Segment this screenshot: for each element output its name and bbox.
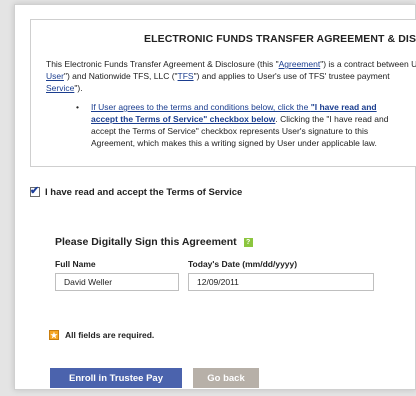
sign-section-title: Please Digitally Sign this Agreement ?	[55, 236, 253, 248]
enroll-button[interactable]: Enroll in Trustee Pay	[50, 368, 182, 388]
terms-bullet-link[interactable]: If User agrees to the terms and conditio…	[91, 102, 311, 112]
required-star-icon: ★	[49, 330, 59, 340]
user-link[interactable]: User	[46, 71, 64, 81]
terms-bullet: • If User agrees to the terms and condit…	[76, 102, 389, 148]
terms-intro: This Electronic Funds Transfer Agreement…	[46, 59, 416, 93]
check-icon: ✔	[30, 185, 40, 197]
terms-scroll-box[interactable]: ELECTRONIC FUNDS TRANSFER AGREEMENT & DI…	[30, 19, 416, 167]
go-back-button[interactable]: Go back	[193, 368, 259, 388]
accept-terms-checkbox[interactable]: ✔	[30, 185, 40, 197]
enrollment-card: ELECTRONIC FUNDS TRANSFER AGREEMENT & DI…	[14, 4, 416, 390]
help-icon[interactable]: ?	[243, 237, 253, 247]
full-name-input[interactable]: David Weller	[55, 273, 179, 291]
date-input[interactable]: 12/09/2011	[188, 273, 374, 291]
required-note: ★ All fields are required.	[49, 330, 155, 340]
service-link[interactable]: Service	[46, 83, 74, 93]
accept-terms-label: I have read and accept the Terms of Serv…	[45, 186, 243, 198]
bullet-dot: •	[76, 102, 79, 112]
date-label: Today's Date (mm/dd/yyyy)	[188, 259, 298, 269]
accept-terms-row[interactable]: ✔ I have read and accept the Terms of Se…	[30, 185, 242, 199]
full-name-label: Full Name	[55, 259, 96, 269]
tfs-link[interactable]: TFS	[178, 71, 194, 81]
agreement-link[interactable]: Agreement	[279, 59, 321, 69]
terms-title: ELECTRONIC FUNDS TRANSFER AGREEMENT & DI…	[144, 33, 416, 45]
